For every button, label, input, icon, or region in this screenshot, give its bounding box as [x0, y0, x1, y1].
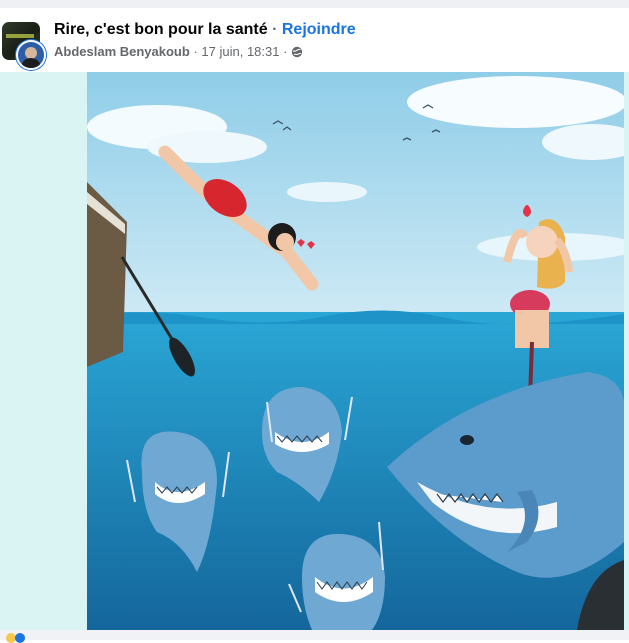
avatar-stack[interactable]: [2, 22, 46, 70]
illustration-shark-beach: [87, 72, 624, 630]
post-header: Rire, c'est bon pour la santé · Rejoindr…: [0, 8, 629, 72]
group-name-link[interactable]: Rire, c'est bon pour la santé: [54, 21, 268, 38]
top-divider: [0, 0, 629, 8]
meta-separator: ·: [193, 44, 198, 59]
post-image[interactable]: [87, 72, 624, 630]
author-avatar[interactable]: [16, 40, 46, 70]
join-button[interactable]: Rejoindre: [282, 21, 356, 38]
post-title-row: Rire, c'est bon pour la santé · Rejoindr…: [54, 21, 356, 39]
post-footer-strip: [0, 630, 629, 640]
title-separator: ·: [272, 21, 278, 38]
reaction-like-icon[interactable]: [15, 633, 25, 643]
post-timestamp-link[interactable]: 17 juin, 18:31: [201, 44, 279, 59]
globe-icon[interactable]: [291, 46, 303, 58]
meta-separator-2: ·: [279, 44, 288, 59]
post-meta-row: Abdeslam Benyakoub · 17 juin, 18:31 ·: [54, 44, 303, 59]
author-name-link[interactable]: Abdeslam Benyakoub: [54, 44, 190, 59]
